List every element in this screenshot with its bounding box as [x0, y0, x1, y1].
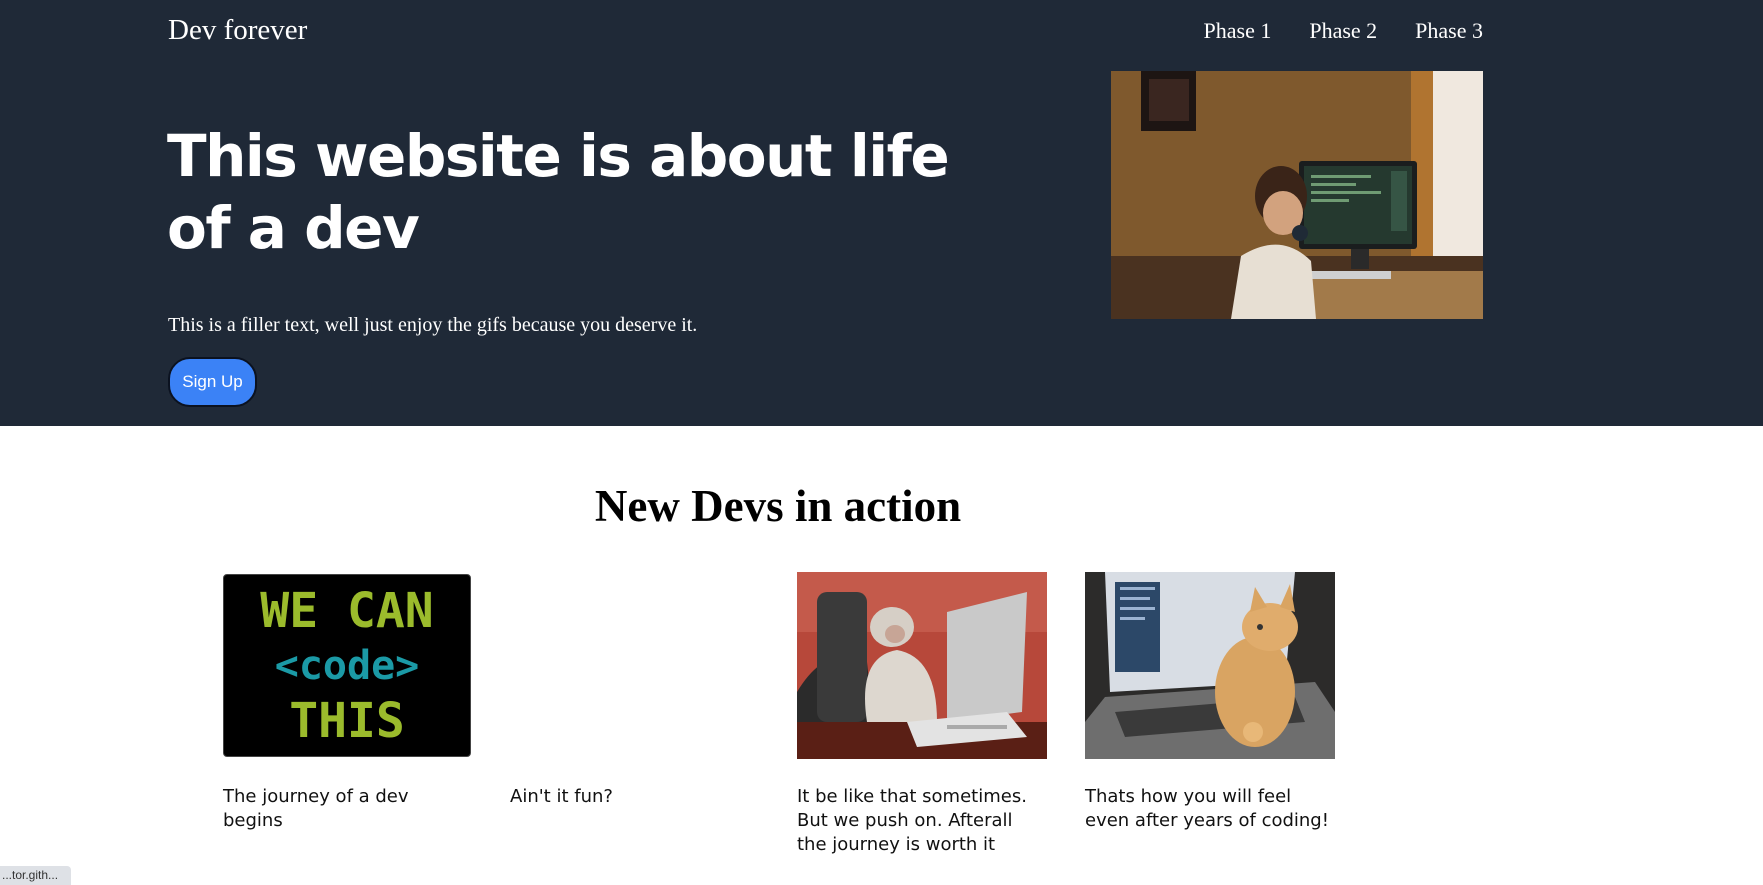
- sign-up-button[interactable]: Sign Up: [168, 357, 257, 407]
- gif-line-1: WE CAN: [260, 582, 434, 639]
- gif-line-2: <code>: [274, 642, 420, 689]
- nav-phase-2[interactable]: Phase 2: [1309, 18, 1377, 44]
- card-caption: Ain't it fun?: [510, 786, 613, 807]
- kitten-laptop-image: [1085, 572, 1335, 759]
- gif-monkey-typing: [797, 572, 1047, 759]
- card-caption: Thats how you will feel even after years…: [1085, 786, 1329, 831]
- card-caption: It be like that sometimes. But we push o…: [797, 786, 1027, 855]
- hero-subtitle: This is a filler text, well just enjoy t…: [168, 314, 698, 336]
- nav-phase-1[interactable]: Phase 1: [1204, 18, 1272, 44]
- we-can-code-this-image: WE CAN <code> THIS: [223, 574, 471, 757]
- nav-phase-3[interactable]: Phase 3: [1415, 18, 1483, 44]
- gif-card-4: Thats how you will feel even after years…: [1085, 572, 1335, 833]
- section-title: New Devs in action: [594, 481, 962, 531]
- gif-line-3: THIS: [289, 692, 405, 749]
- top-nav: Phase 1 Phase 2 Phase 3: [1204, 18, 1483, 44]
- monkey-laptop-image: [797, 572, 1047, 759]
- card-caption: The journey of a dev begins: [223, 786, 409, 831]
- gif-we-can-code-this: WE CAN <code> THIS: [223, 572, 473, 759]
- hero-section: Dev forever Phase 1 Phase 2 Phase 3 This…: [0, 0, 1763, 426]
- gif-kitten-coding: [1085, 572, 1335, 759]
- gif-card-2: Ain't it fun?: [510, 572, 760, 809]
- browser-status-url: ...tor.gith...: [0, 866, 71, 885]
- hero-title: This website is about life of a dev: [167, 122, 950, 262]
- gif-card-3: It be like that sometimes. But we push o…: [797, 572, 1047, 857]
- brand-logo-text[interactable]: Dev forever: [168, 14, 307, 47]
- hero-image-illustration: [1111, 71, 1483, 319]
- gif-placeholder-blank: [510, 572, 760, 759]
- gif-card-1: WE CAN <code> THIS The journey of a dev …: [223, 572, 473, 833]
- hero-image-dev-at-computer: [1111, 71, 1483, 319]
